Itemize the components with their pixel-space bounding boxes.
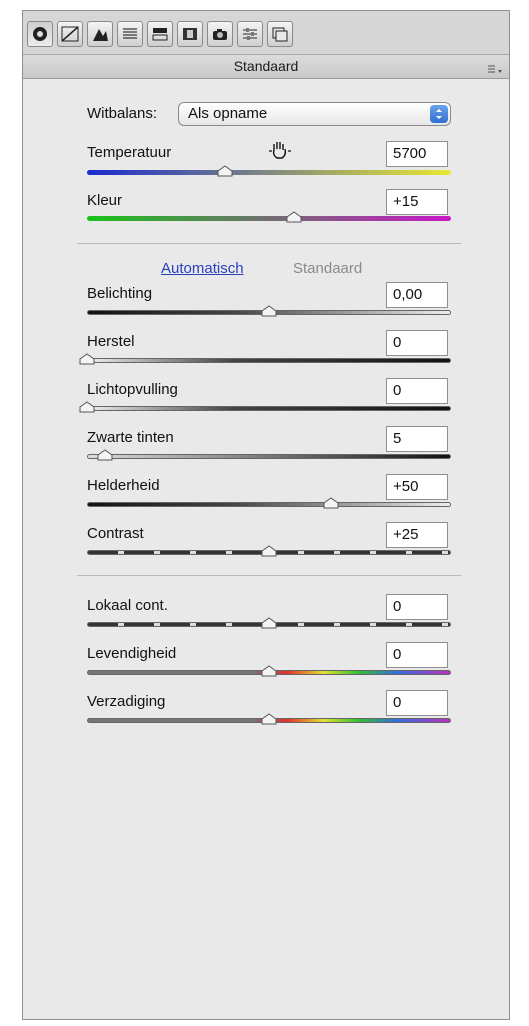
tone-slider-thumb[interactable] [97,448,113,466]
detail-icon[interactable] [87,21,113,47]
tone-label: Contrast [87,525,144,542]
white-balance-label: Witbalans: [87,105,158,122]
tone-label: Zwarte tinten [87,429,174,446]
tone-slider-track[interactable] [87,358,451,363]
presence-value-field[interactable]: 0 [386,642,448,668]
presence-slider-thumb[interactable] [261,616,277,634]
aperture-icon[interactable] [27,21,53,47]
presence-value-field[interactable]: 0 [386,594,448,620]
temperature-label: Temperatuur [87,144,172,161]
tint-track[interactable] [87,216,451,221]
presence-value-field[interactable]: 0 [386,690,448,716]
tone-slider-thumb[interactable] [79,352,95,370]
camera-calibration-icon[interactable] [207,21,233,47]
auto-link[interactable]: Automatisch [161,260,244,277]
presence-slider-thumb[interactable] [261,712,277,730]
tint-field[interactable]: +15 [386,189,448,215]
chevron-up-down-icon [430,105,448,123]
tone-slider-thumb[interactable] [261,544,277,562]
hsl-icon[interactable] [117,21,143,47]
tone-value-field[interactable]: 0 [386,330,448,356]
tone-curve-icon[interactable] [57,21,83,47]
section-divider [77,243,461,244]
snapshots-icon[interactable] [267,21,293,47]
tone-value-field[interactable]: 0 [386,378,448,404]
section-divider [77,575,461,576]
tone-slider-track[interactable] [87,454,451,459]
temperature-slider-thumb[interactable] [217,164,233,182]
presence-label: Levendigheid [87,645,177,662]
tone-label: Helderheid [87,477,160,494]
panel-tabs-toolbar [23,11,509,55]
white-balance-select[interactable]: Als opname [178,102,451,126]
tone-slider-thumb[interactable] [79,400,95,418]
temperature-field[interactable]: 5700 [386,141,448,167]
presence-label: Lokaal cont. [87,597,168,614]
panel-title: Standaard [233,58,299,74]
tint-label: Kleur [87,192,123,209]
temperature-track[interactable] [87,170,451,175]
white-balance-value: Als opname [188,105,268,122]
tone-slider-track[interactable] [87,406,451,411]
tone-label: Lichtopvulling [87,381,178,398]
hand-cursor-icon [268,139,292,168]
panel-header: Standaard [23,55,509,79]
lens-corrections-icon[interactable] [177,21,203,47]
presets-icon[interactable] [237,21,263,47]
presence-label: Verzadiging [87,693,166,710]
split-toning-icon[interactable] [147,21,173,47]
tone-value-field[interactable]: +25 [386,522,448,548]
tone-label: Belichting [87,285,153,302]
basic-panel: Standaard Witbalans: Als opname Temperat… [22,10,510,1020]
tint-slider-thumb[interactable] [286,210,302,228]
tone-slider-thumb[interactable] [261,304,277,322]
tone-value-field[interactable]: 0,00 [386,282,448,308]
tone-value-field[interactable]: +50 [386,474,448,500]
tone-value-field[interactable]: 5 [386,426,448,452]
tone-slider-thumb[interactable] [323,496,339,514]
panel-menu-icon[interactable] [487,60,503,83]
presence-slider-thumb[interactable] [261,664,277,682]
tone-label: Herstel [87,333,135,350]
tone-slider-track[interactable] [87,502,451,507]
default-link[interactable]: Standaard [293,260,362,277]
